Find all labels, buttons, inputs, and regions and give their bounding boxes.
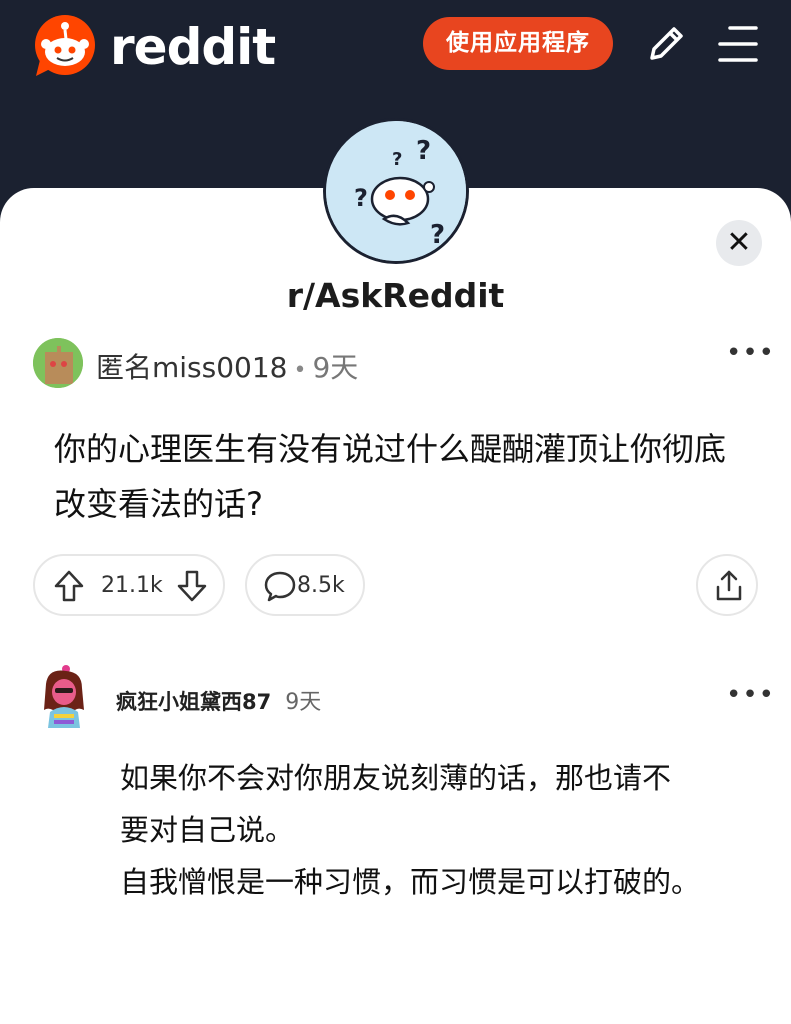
comment-meta: 疯狂小姐黛西87 9天 — [116, 684, 321, 716]
use-app-button[interactable]: 使用应用程序 — [423, 17, 613, 70]
post-title[interactable]: 你的心理医生有没有说过什么醍醐灌顶让你彻底 改变看法的话? — [54, 422, 754, 532]
reddit-logo-icon[interactable] — [32, 14, 98, 80]
svg-text:?: ? — [416, 136, 431, 166]
svg-text:?: ? — [430, 220, 445, 250]
vote-bar: 21.1k — [33, 554, 225, 616]
meta-separator: • — [293, 358, 307, 383]
post-title-line: 你的心理医生有没有说过什么醍醐灌顶让你彻底 — [54, 430, 727, 468]
close-icon[interactable]: ✕ — [716, 220, 762, 266]
comment-age: 9天 — [285, 690, 322, 715]
community-name[interactable]: r/AskReddit — [0, 276, 791, 315]
svg-text:?: ? — [354, 184, 368, 212]
comment-author-avatar[interactable] — [36, 662, 92, 728]
comments-button[interactable]: 8.5k — [245, 554, 365, 616]
comment-bubble-icon — [263, 569, 297, 603]
comment-line: 要对自己说。 — [120, 813, 295, 847]
askreddit-snoo-icon: ? ? ? ? — [323, 118, 469, 264]
svg-text:?: ? — [392, 149, 402, 170]
share-button[interactable] — [696, 554, 758, 616]
post-meta: 匿名miss0018 • 9天 — [96, 346, 358, 386]
post-title-line: 改变看法的话? — [54, 485, 263, 523]
post-more-options-icon[interactable]: ••• — [726, 338, 775, 368]
comment-author[interactable]: 疯狂小姐黛西87 — [116, 690, 271, 714]
post-author[interactable]: 匿名miss0018 — [96, 351, 288, 384]
top-bar: reddit 使用应用程序 — [0, 0, 791, 96]
post-age: 9天 — [312, 351, 359, 384]
comment-line: 自我憎恨是一种习惯，而习惯是可以打破的。 — [120, 865, 701, 899]
upvote-arrow-icon[interactable] — [53, 569, 85, 603]
reddit-wordmark[interactable]: reddit — [110, 18, 276, 76]
comment-count: 8.5k — [297, 573, 345, 598]
post-author-avatar[interactable] — [33, 338, 83, 388]
share-icon — [716, 570, 742, 601]
hamburger-menu-icon[interactable] — [716, 24, 762, 64]
pencil-icon[interactable] — [644, 22, 688, 66]
comment-more-options-icon[interactable]: ••• — [726, 680, 775, 710]
vote-count: 21.1k — [101, 573, 163, 598]
comment-line: 如果你不会对你朋友说刻薄的话，那也请不 — [120, 761, 672, 795]
comment-body: 如果你不会对你朋友说刻薄的话，那也请不 要对自己说。 自我憎恨是一种习惯，而习惯… — [120, 752, 760, 908]
downvote-arrow-icon[interactable] — [176, 569, 208, 603]
